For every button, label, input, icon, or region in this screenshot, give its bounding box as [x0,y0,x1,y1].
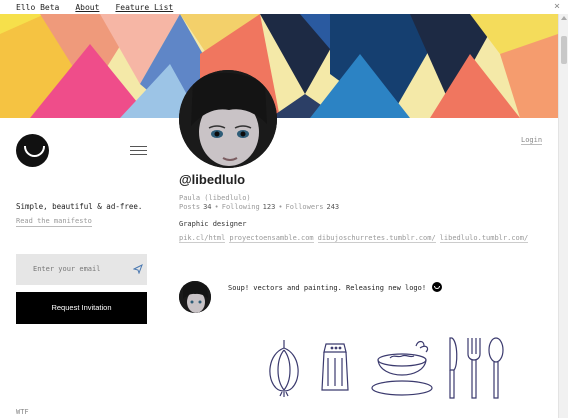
post-author-avatar[interactable] [179,281,211,313]
ello-smile-icon [432,282,443,292]
menu-icon[interactable] [130,146,147,156]
profile-bio: Graphic designer [179,220,247,228]
paper-plane-icon[interactable] [133,264,143,274]
followers-count[interactable]: 243 [326,203,339,211]
sidebar: Simple, beautiful & ad-free. Read the ma… [0,118,163,418]
login-link[interactable]: Login [521,136,543,145]
cover-artwork [0,14,558,118]
vertical-scrollbar[interactable] [558,14,568,418]
profile-avatar [179,70,277,168]
posts-label[interactable]: Posts [179,203,200,211]
profile-link[interactable]: libedlulo.tumblr.com/ [439,234,529,243]
brand-link[interactable]: Ello Beta [16,3,59,12]
email-field[interactable]: Enter your email [16,254,147,285]
profile-link[interactable]: dibujoschurretes.tumblr.com/ [317,234,436,243]
post-illustration [269,337,504,399]
profile-link[interactable]: proyectoensamble.com [229,234,314,243]
profile-handle: @libedlulo [179,172,246,187]
profile-link[interactable]: pik.cl/html [179,234,226,243]
profile-links: pik.cl/html proyectoensamble.com dibujos… [179,234,529,243]
request-invitation-button[interactable]: Request Invitation [16,292,147,324]
avatar-portrait [179,70,277,168]
top-nav: Ello Beta About Feature List × [0,0,568,14]
profile-stats: Posts 34 • Following 123 • Followers 243 [179,203,339,211]
about-link[interactable]: About [75,3,99,12]
stats-separator: • [214,203,219,211]
tagline: Simple, beautiful & ad-free. [16,202,143,211]
feature-list-link[interactable]: Feature List [115,3,173,12]
ello-logo-icon[interactable] [16,134,49,167]
following-count[interactable]: 123 [263,203,276,211]
posts-count[interactable]: 34 [203,203,211,211]
cover-banner [0,14,558,118]
post-body: Soup! vectors and painting. Releasing ne… [228,282,443,292]
scrollbar-thumb[interactable] [561,36,567,64]
post-avatar-portrait [179,281,211,313]
scroll-up-icon[interactable] [561,16,567,20]
stats-separator: • [278,203,283,211]
manifesto-link[interactable]: Read the manifesto [16,217,92,227]
followers-label[interactable]: Followers [286,203,324,211]
close-icon[interactable]: × [554,1,560,12]
email-placeholder: Enter your email [33,265,101,273]
top-nav-links: Ello Beta About Feature List [16,3,173,12]
post-text: Soup! vectors and painting. Releasing ne… [228,284,427,292]
following-label[interactable]: Following [222,203,260,211]
wtf-link[interactable]: WTF [16,408,29,416]
profile-fullname: Paula (libedlulo) [179,194,251,202]
